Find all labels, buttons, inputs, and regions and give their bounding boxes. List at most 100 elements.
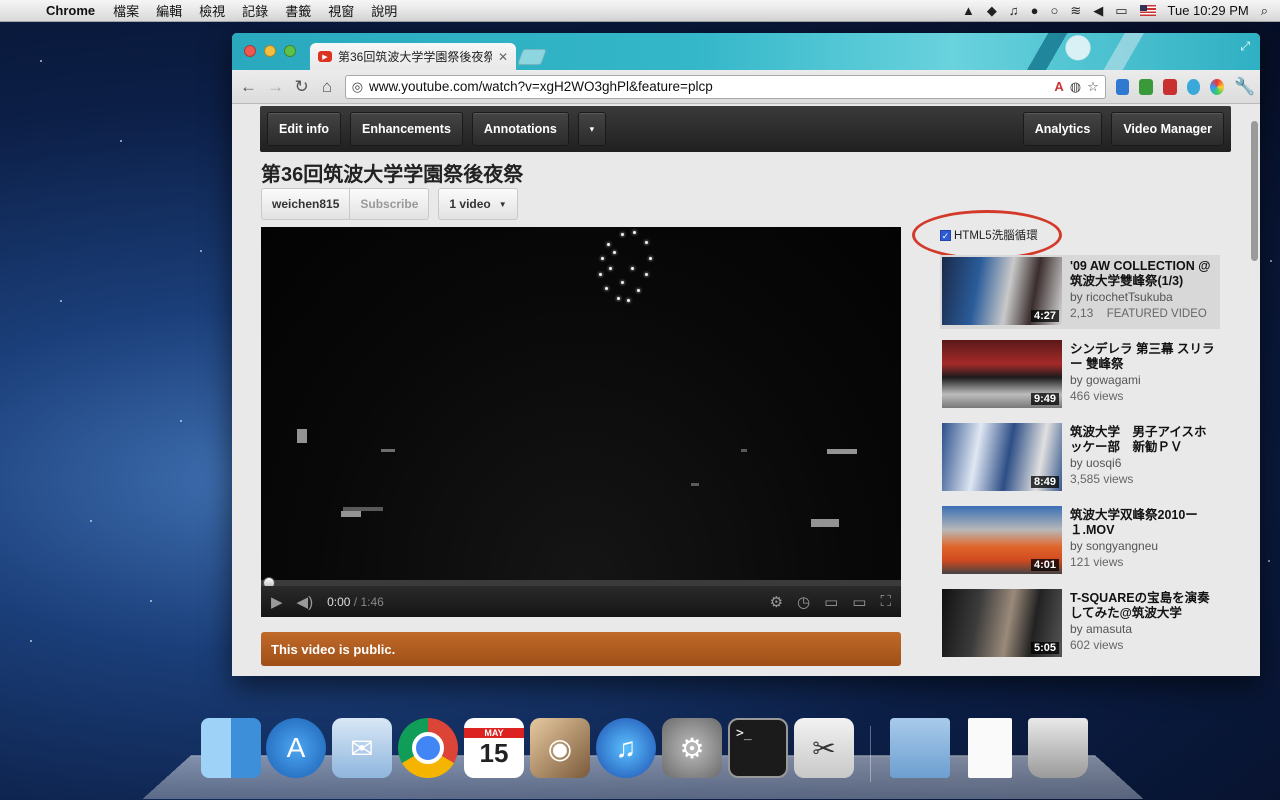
page-scrollbar[interactable] [1251, 121, 1258, 261]
play-icon[interactable]: ▶ [271, 593, 283, 611]
menubar-clock[interactable]: Tue 10:29 PM [1168, 3, 1249, 18]
reload-icon[interactable]: ↻ [294, 77, 309, 97]
system-preferences-icon[interactable]: ⚙ [662, 718, 722, 778]
drive-icon[interactable]: ▲ [962, 3, 975, 18]
video-thumbnail[interactable]: 5:05 [942, 589, 1062, 657]
grab-scissors-icon[interactable]: ✂ [794, 718, 854, 778]
related-video-item[interactable]: 9:49 シンデレラ 第三幕 スリラー 雙峰祭 by gowagami 466 … [940, 338, 1220, 412]
subscribe-button[interactable]: Subscribe [350, 188, 430, 220]
settings-gear-icon[interactable]: ⚙ [770, 593, 783, 611]
extension-4-icon[interactable] [1186, 78, 1201, 95]
extension-1-icon[interactable] [1115, 78, 1130, 95]
menu-history[interactable]: 記錄 [242, 1, 268, 20]
related-video-title[interactable]: 筑波大学 男子アイスホッケー部 新勧ＰＶ [1070, 425, 1218, 455]
menu-view[interactable]: 檢視 [199, 1, 225, 20]
small-player-icon[interactable]: ▭ [824, 593, 838, 611]
more-actions-dropdown[interactable]: ▾ [577, 112, 606, 146]
related-video-item[interactable]: 4:27 '09 AW COLLECTION @ 筑波大学雙峰祭(1/3) by… [940, 255, 1220, 329]
itunes-icon[interactable]: ♫ [596, 718, 656, 778]
new-tab-button[interactable] [517, 49, 547, 65]
volume-icon[interactable]: ◀ [1093, 3, 1103, 19]
edit-info-button[interactable]: Edit info [267, 112, 341, 146]
channel-name-link[interactable]: weichen815 [261, 188, 351, 220]
video-frame[interactable] [261, 227, 901, 580]
analytics-button[interactable]: Analytics [1022, 112, 1103, 146]
hat-icon[interactable]: ● [1031, 3, 1039, 18]
mail-icon[interactable]: ✉ [332, 718, 392, 778]
annotations-button[interactable]: Annotations [471, 112, 569, 146]
minimize-window-button[interactable] [264, 45, 276, 57]
app-store-icon[interactable]: A [266, 718, 326, 778]
video-manager-button[interactable]: Video Manager [1111, 112, 1224, 146]
related-video-uploader[interactable]: by gowagami [1070, 373, 1218, 387]
wrench-menu-icon[interactable]: 🔧 [1234, 77, 1255, 97]
related-video-title[interactable]: T-SQUAREの宝島を演奏してみた@筑波大学 [1070, 591, 1218, 621]
extension-5-icon[interactable] [1210, 78, 1224, 95]
large-player-icon[interactable]: ▭ [852, 593, 866, 611]
related-video-title[interactable]: '09 AW COLLECTION @ 筑波大学雙峰祭(1/3) [1070, 259, 1218, 289]
battery-icon[interactable]: ▭ [1115, 3, 1127, 19]
iphoto-icon[interactable]: ◉ [530, 718, 590, 778]
finder-icon[interactable] [201, 718, 261, 778]
volume-icon[interactable]: ◀) [297, 593, 314, 611]
video-player[interactable]: ▶ ◀) 0:00 / 1:46 ⚙ ◷ ▭ ▭ ⛶ [261, 227, 901, 617]
video-thumbnail[interactable]: 4:27 [942, 257, 1062, 325]
extension-3-icon[interactable] [1163, 78, 1177, 95]
video-thumbnail[interactable]: 8:49 [942, 423, 1062, 491]
forward-arrow-icon[interactable]: → [267, 77, 284, 97]
home-icon[interactable]: ⌂ [319, 77, 334, 97]
dropbox-icon[interactable]: ◆ [987, 3, 997, 19]
bookmark-star-icon[interactable]: ☆ [1087, 79, 1099, 95]
zoom-window-button[interactable] [284, 45, 296, 57]
fullscreen-player-icon[interactable]: ⛶ [880, 593, 891, 610]
wifi-icon[interactable]: ≋ [1070, 3, 1081, 19]
html5-loop-checkbox[interactable]: ✓ HTML5洗腦循環 [940, 227, 1038, 243]
watch-later-clock-icon[interactable]: ◷ [797, 593, 810, 611]
menu-file[interactable]: 檔案 [113, 1, 139, 20]
chrome-icon[interactable] [398, 718, 458, 778]
enhancements-button[interactable]: Enhancements [350, 112, 463, 146]
terminal-icon[interactable]: >_ [728, 718, 788, 778]
menu-edit[interactable]: 編輯 [156, 1, 182, 20]
menu-window[interactable]: 視窗 [328, 1, 354, 20]
menu-bar: Chrome 檔案 編輯 檢視 記錄 書籤 視窗 說明 ▲ ◆ ♫ ● ○ ≋ … [0, 0, 1280, 22]
music-icon[interactable]: ♫ [1009, 3, 1019, 18]
related-video-uploader[interactable]: by songyangneu [1070, 539, 1218, 553]
related-video-item[interactable]: 8:49 筑波大学 男子アイスホッケー部 新勧ＰＶ by uosqi6 3,58… [940, 421, 1220, 495]
page-info-icon[interactable]: ◎ [352, 79, 363, 95]
html5-loop-label: HTML5洗腦循環 [954, 230, 1038, 242]
related-video-uploader[interactable]: by amasuta [1070, 622, 1218, 636]
back-arrow-icon[interactable]: ← [240, 77, 257, 97]
checkbox-checked-icon[interactable]: ✓ [940, 229, 951, 241]
video-count-dropdown[interactable]: 1 video ▼ [438, 188, 518, 220]
related-video-uploader[interactable]: by uosqi6 [1070, 456, 1218, 470]
documents-folder-icon[interactable] [890, 718, 950, 778]
menu-bookmarks[interactable]: 書籤 [285, 1, 311, 20]
video-thumbnail[interactable]: 4:01 [942, 506, 1062, 574]
tab-close-icon[interactable]: ✕ [498, 50, 508, 64]
trash-icon[interactable] [1028, 718, 1088, 778]
input-source-flag-icon[interactable] [1139, 5, 1156, 16]
browser-tab-active[interactable]: ▶ 第36回筑波大学学園祭後夜祭 ✕ [310, 43, 516, 70]
app-menu[interactable]: Chrome [46, 3, 95, 18]
document-stack-icon[interactable] [968, 718, 1012, 778]
extension-2-icon[interactable] [1139, 78, 1154, 95]
address-url[interactable]: www.youtube.com/watch?v=xgH2WO3ghPl&feat… [369, 79, 1048, 94]
related-video-item[interactable]: 5:05 T-SQUAREの宝島を演奏してみた@筑波大学 by amasuta … [940, 587, 1220, 661]
calendar-icon[interactable]: MAY 15 [464, 718, 524, 778]
related-video-uploader[interactable]: by ricochetTsukuba [1070, 290, 1218, 304]
video-thumbnail[interactable]: 9:49 [942, 340, 1062, 408]
related-video-item[interactable]: 4:01 筑波大学双峰祭2010ー１.MOV by songyangneu 12… [940, 504, 1220, 578]
translate-icon[interactable]: A [1054, 79, 1063, 94]
related-video-title[interactable]: シンデレラ 第三幕 スリラー 雙峰祭 [1070, 342, 1218, 372]
related-video-info: 筑波大学双峰祭2010ー１.MOV by songyangneu 121 vie… [1070, 506, 1218, 576]
menu-help[interactable]: 說明 [371, 1, 397, 20]
chat-bubble-icon[interactable]: ○ [1050, 3, 1058, 18]
fullscreen-icon[interactable]: ⤢ [1240, 39, 1250, 54]
close-window-button[interactable] [244, 45, 256, 57]
address-bar[interactable]: ◎ www.youtube.com/watch?v=xgH2WO3ghPl&fe… [344, 74, 1106, 99]
spotlight-search-icon[interactable]: ⌕ [1261, 3, 1268, 19]
related-video-title[interactable]: 筑波大学双峰祭2010ー１.MOV [1070, 508, 1218, 538]
thumbnail-duration: 4:01 [1030, 559, 1059, 571]
bulb-icon[interactable]: ◍ [1070, 79, 1081, 95]
